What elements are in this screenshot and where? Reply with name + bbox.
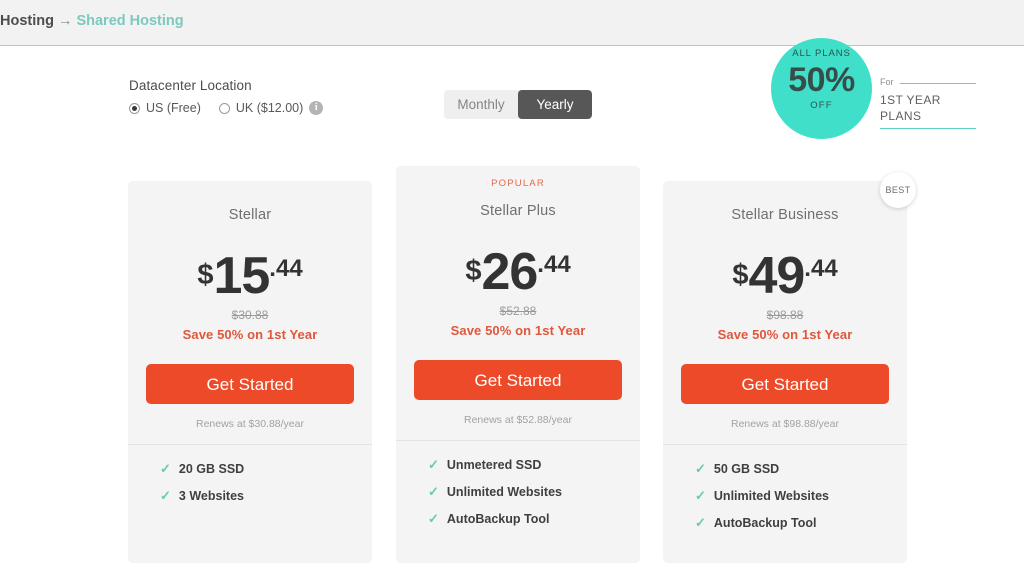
best-badge: BEST [880, 172, 916, 208]
list-item: ✓ Unlimited Websites [695, 488, 907, 504]
feature-label: AutoBackup Tool [446, 511, 550, 526]
list-item: ✓ AutoBackup Tool [695, 515, 907, 531]
list-item: ✓ 50 GB SSD [695, 461, 907, 477]
get-started-button[interactable]: Get Started [414, 359, 622, 400]
plan-price: $ 15 .44 [128, 247, 372, 305]
list-item: ✓ Unlimited Websites [428, 484, 640, 500]
plan-name: Stellar [228, 207, 272, 223]
feature-label: Unlimited Websites [446, 484, 562, 499]
check-icon: ✓ [695, 460, 706, 476]
feature-label: Unmetered SSD [446, 457, 542, 472]
plan-save-note: Save 50% on 1st Year [182, 326, 318, 342]
price-currency: $ [465, 255, 482, 287]
plan-price: $ 26 .44 [396, 243, 640, 301]
feature-label: 50 GB SSD [713, 461, 780, 476]
feature-label: Unlimited Websites [713, 488, 829, 503]
list-item: ✓ Unmetered SSD [428, 457, 640, 473]
feature-label: 20 GB SSD [178, 461, 245, 476]
plan-name: Stellar Plus [480, 203, 556, 219]
plan-renew-note: Renews at $98.88/year [731, 417, 839, 430]
plan-old-price: $30.88 [231, 307, 269, 322]
plan-price: $ 49 .44 [663, 247, 907, 305]
list-item: ✓ 20 GB SSD [160, 461, 372, 477]
plan-old-price: $98.88 [766, 307, 804, 322]
plan-card-stellar-plus[interactable]: POPULAR Stellar Plus $ 26 .44 $52.88 Sav… [396, 166, 640, 563]
check-icon: ✓ [428, 483, 439, 499]
price-whole: 49 [748, 247, 805, 305]
plan-features: ✓ Unmetered SSD ✓ Unlimited Websites ✓ A… [396, 439, 640, 527]
popular-badge: POPULAR [491, 178, 545, 189]
feature-label: 3 Websites [178, 488, 244, 503]
price-cents: .44 [804, 255, 838, 282]
plan-card-stellar[interactable]: Stellar $ 15 .44 $30.88 Save 50% on 1st … [128, 181, 372, 563]
plan-features: ✓ 50 GB SSD ✓ Unlimited Websites ✓ AutoB… [663, 443, 907, 531]
check-icon: ✓ [428, 510, 439, 526]
get-started-button[interactable]: Get Started [146, 363, 354, 404]
plan-name: Stellar Business [731, 207, 839, 223]
plan-old-price: $52.88 [499, 303, 537, 318]
plan-save-note: Save 50% on 1st Year [450, 322, 586, 338]
plan-card-stellar-business[interactable]: Stellar Business $ 49 .44 $98.88 Save 50… [663, 181, 907, 563]
check-icon: ✓ [160, 487, 171, 503]
get-started-button[interactable]: Get Started [681, 363, 889, 404]
plan-features: ✓ 20 GB SSD ✓ 3 Websites [128, 443, 372, 504]
check-icon: ✓ [695, 487, 706, 503]
check-icon: ✓ [695, 514, 706, 530]
price-cents: .44 [537, 251, 571, 278]
price-currency: $ [197, 259, 214, 291]
pricing-plans: Stellar $ 15 .44 $30.88 Save 50% on 1st … [0, 0, 1024, 577]
feature-label: AutoBackup Tool [713, 515, 817, 530]
price-whole: 26 [481, 243, 538, 301]
plan-renew-note: Renews at $52.88/year [464, 413, 572, 426]
price-currency: $ [732, 259, 749, 291]
plan-save-note: Save 50% on 1st Year [717, 326, 853, 342]
price-cents: .44 [269, 255, 303, 282]
list-item: ✓ 3 Websites [160, 488, 372, 504]
list-item: ✓ AutoBackup Tool [428, 511, 640, 527]
price-whole: 15 [213, 247, 270, 305]
plan-renew-note: Renews at $30.88/year [196, 417, 304, 430]
check-icon: ✓ [428, 456, 439, 472]
check-icon: ✓ [160, 460, 171, 476]
